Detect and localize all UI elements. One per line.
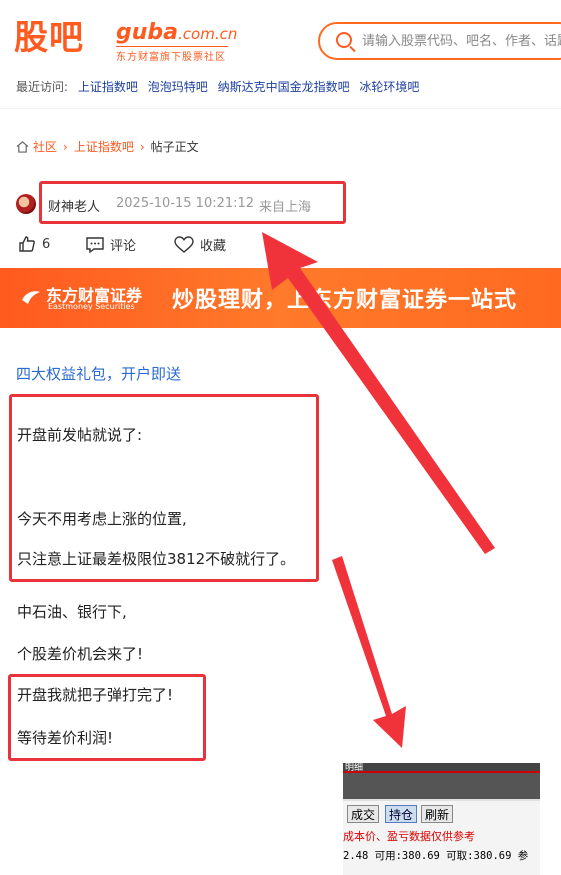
arrow-up-left: [262, 232, 495, 554]
inset-balance: 2.48 可用:380.69 可取:380.69 参: [343, 850, 529, 862]
arrow-down: [332, 556, 406, 748]
trading-screenshot: 明细 成交 持仓 刷新 成本价、盈亏数据仅供参考 2.48 可用:380.69 …: [343, 763, 540, 875]
positions-button[interactable]: 持仓: [385, 805, 418, 823]
inset-dark-band: [343, 773, 540, 799]
refresh-button[interactable]: 刷新: [421, 805, 454, 823]
trades-button[interactable]: 成交: [347, 805, 380, 823]
inset-separator: [343, 799, 540, 801]
annotation-arrows: [262, 232, 495, 748]
inset-disclaimer: 成本价、盈亏数据仅供参考: [343, 830, 475, 843]
